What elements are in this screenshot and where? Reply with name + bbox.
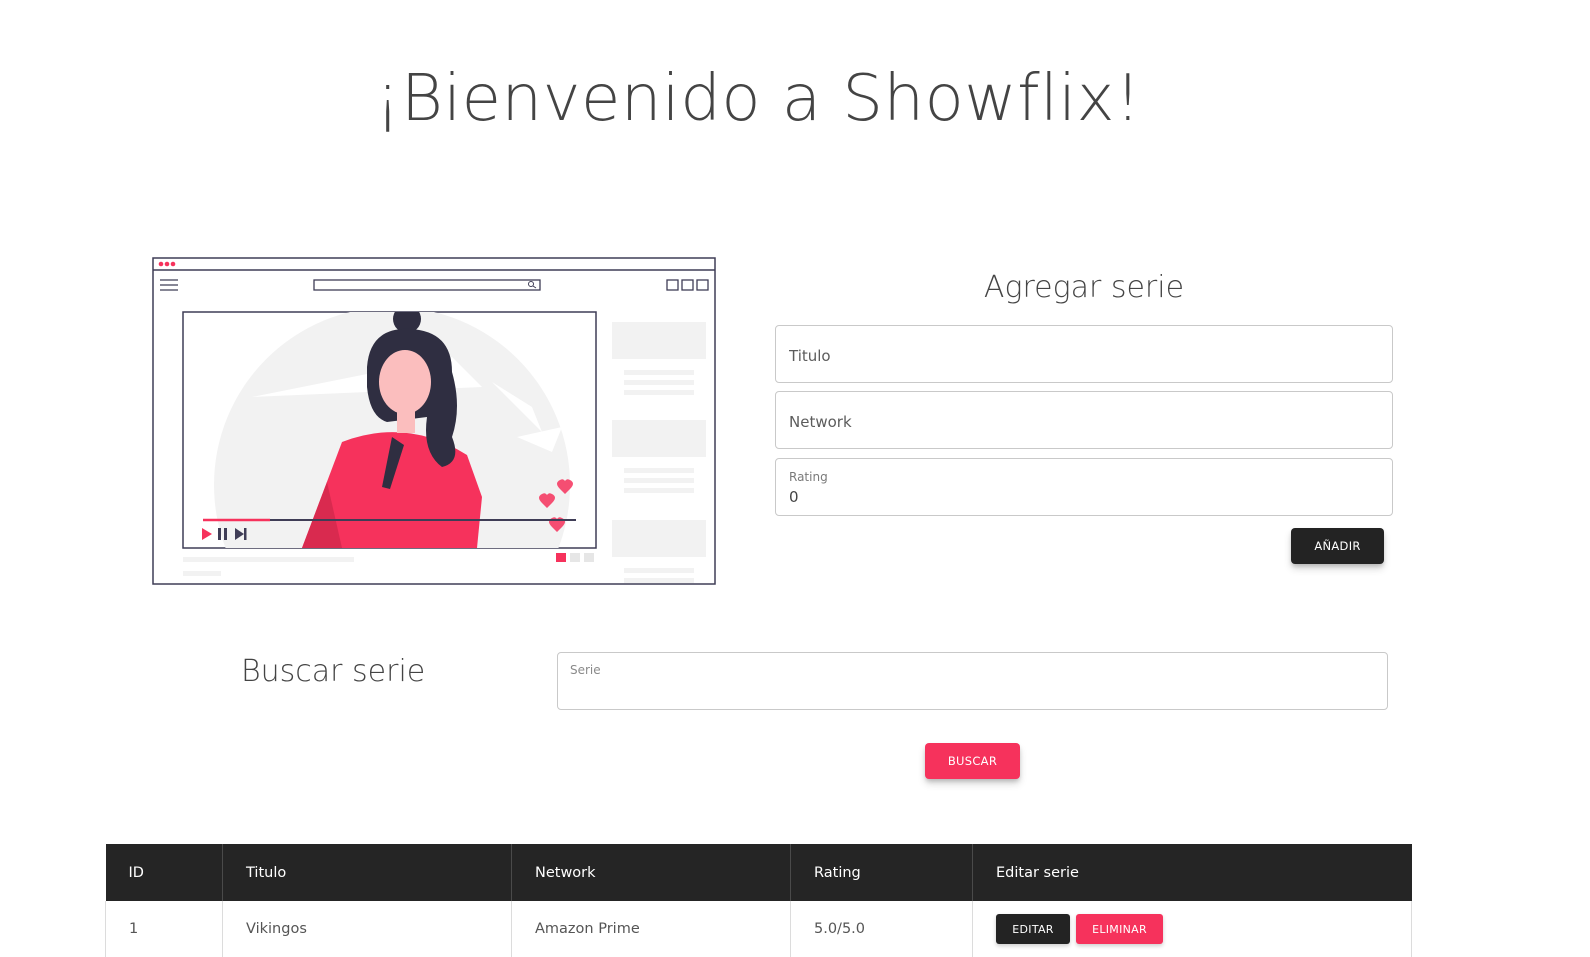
cell-network: Amazon Prime: [511, 901, 791, 957]
add-series-title: Agregar serie: [983, 270, 1185, 305]
hero-illustration: [152, 257, 716, 585]
edit-button[interactable]: EDITAR: [996, 914, 1070, 944]
rating-label: Rating: [789, 470, 828, 484]
column-header-edit: Editar serie: [972, 844, 1412, 901]
search-label: Serie: [570, 663, 601, 677]
search-field[interactable]: Serie: [557, 652, 1388, 710]
network-input[interactable]: [776, 392, 1418, 431]
cell-id: 1: [105, 901, 223, 957]
network-field[interactable]: [775, 391, 1418, 449]
column-header-id: ID: [105, 844, 223, 901]
delete-button[interactable]: ELIMINAR: [1076, 914, 1163, 944]
rating-input[interactable]: [789, 488, 1349, 506]
table-row: 1 Vikingos Amazon Prime 5.0/5.0 EDITAR EL…: [105, 901, 1412, 957]
rating-field[interactable]: Rating: [775, 458, 1393, 516]
column-header-network: Network: [511, 844, 791, 901]
titulo-field[interactable]: [775, 325, 1418, 383]
cell-titulo: Vikingos: [222, 901, 512, 957]
page-title: ¡Bienvenido a Showflix!: [374, 62, 1142, 136]
search-input[interactable]: [570, 683, 1370, 701]
titulo-input[interactable]: [776, 326, 1418, 365]
column-header-rating: Rating: [790, 844, 973, 901]
series-table: ID Titulo Network Rating Editar serie 1 …: [105, 844, 1412, 957]
table-header-row: ID Titulo Network Rating Editar serie: [105, 844, 1412, 901]
cell-rating: 5.0/5.0: [790, 901, 973, 957]
add-button[interactable]: AÑADIR: [1291, 528, 1384, 564]
window-dots-icon: [158, 261, 176, 267]
search-button[interactable]: BUSCAR: [925, 743, 1020, 779]
column-header-titulo: Titulo: [222, 844, 512, 901]
search-series-title: Buscar serie: [241, 654, 426, 689]
cell-actions: EDITAR ELIMINAR: [972, 901, 1412, 957]
